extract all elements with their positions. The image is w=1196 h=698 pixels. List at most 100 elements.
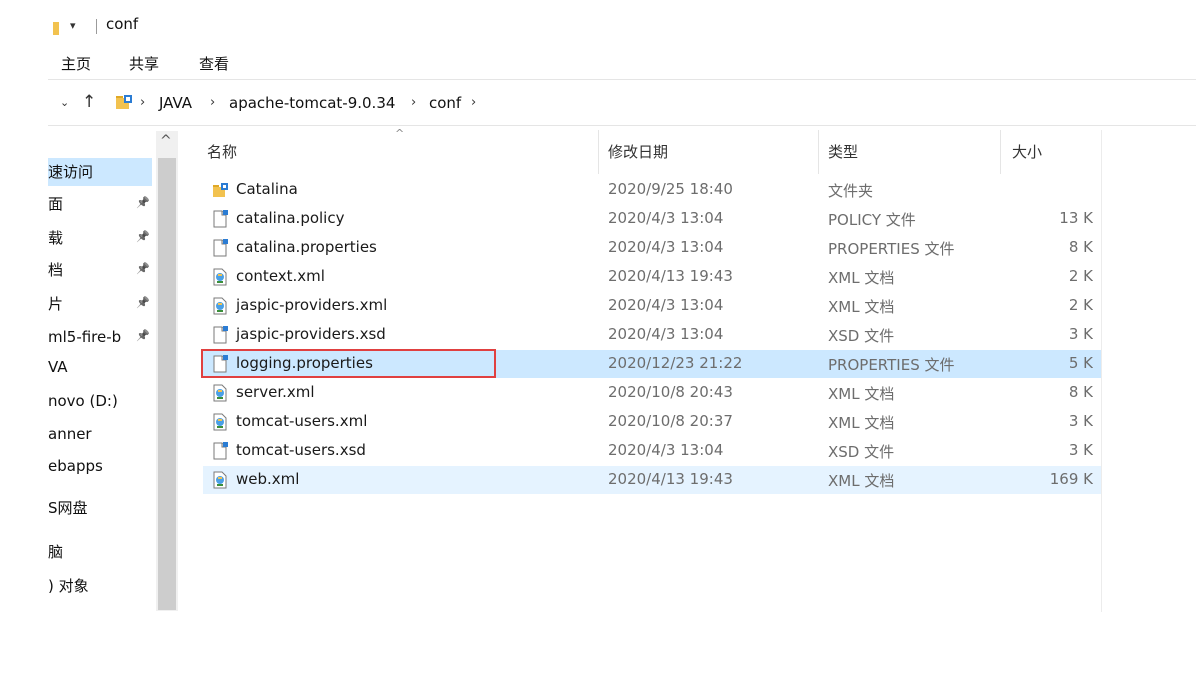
breadcrumb-java[interactable]: JAVA	[159, 94, 192, 112]
xml-icon	[213, 297, 227, 315]
column-divider[interactable]	[818, 130, 819, 174]
nav-item-label: anner	[48, 425, 92, 443]
file-type: XML 文档	[828, 472, 895, 490]
nav-item-label: VA	[48, 358, 68, 376]
nav-item[interactable]: ) 对象	[48, 575, 152, 597]
nav-item[interactable]: anner	[48, 423, 152, 445]
nav-scrollbar[interactable]	[156, 131, 178, 611]
column-header-name[interactable]: 名称	[207, 141, 237, 162]
title-bar: ▾ conf	[0, 0, 1196, 44]
scroll-up-icon[interactable]: ^	[160, 133, 172, 149]
file-size: 3 K	[1068, 325, 1093, 343]
nav-item-label: 脑	[48, 543, 64, 561]
file-icon	[213, 239, 228, 257]
file-name: Catalina	[236, 180, 298, 198]
file-size: 2 K	[1068, 267, 1093, 285]
file-date: 2020/12/23 21:22	[608, 354, 743, 372]
address-bar-divider	[48, 125, 1196, 126]
breadcrumb-separator-icon[interactable]: ›	[471, 95, 476, 110]
file-size: 169 K	[1049, 470, 1093, 488]
file-row[interactable]: catalina.properties 2020/4/3 13:04 PROPERT…	[203, 234, 1101, 262]
file-date: 2020/4/3 13:04	[608, 441, 724, 459]
folder-icon	[116, 95, 132, 109]
file-size: 3 K	[1068, 441, 1093, 459]
xml-icon	[213, 268, 227, 286]
pin-icon: 📌	[136, 329, 150, 342]
file-date: 2020/4/3 13:04	[608, 325, 724, 343]
pin-icon: 📌	[136, 196, 150, 209]
file-row[interactable]: web.xml 2020/4/13 19:43 XML 文档 169 K	[203, 466, 1101, 494]
file-row[interactable]: tomcat-users.xsd 2020/4/3 13:04 XSD 文件 3 K	[203, 437, 1101, 465]
file-name: web.xml	[236, 470, 300, 488]
column-header-size[interactable]: 大小	[1012, 141, 1042, 162]
folder-icon	[213, 183, 228, 197]
tab-home[interactable]: 主页	[61, 53, 91, 74]
tab-view[interactable]: 查看	[199, 53, 229, 74]
nav-item[interactable]: 速访问	[48, 158, 152, 186]
xml-icon	[213, 413, 227, 431]
nav-item-label: 面	[48, 195, 64, 213]
file-type: XML 文档	[828, 298, 895, 316]
file-row[interactable]: Catalina 2020/9/25 18:40 文件夹	[203, 176, 1101, 204]
file-row[interactable]: jaspic-providers.xsd 2020/4/3 13:04 XSD 文件…	[203, 321, 1101, 349]
quick-access-dropdown-icon[interactable]: ▾	[70, 19, 76, 32]
file-type: XML 文档	[828, 414, 895, 432]
sort-ascending-icon: ^	[395, 127, 405, 140]
file-icon	[213, 442, 228, 460]
column-header-type[interactable]: 类型	[828, 141, 858, 162]
recent-locations-chevron-icon[interactable]: ⌄	[60, 96, 69, 109]
pin-icon: 📌	[136, 296, 150, 309]
file-date: 2020/4/3 13:04	[608, 296, 724, 314]
file-row[interactable]: catalina.policy 2020/4/3 13:04 POLICY 文件 13…	[203, 205, 1101, 233]
folder-icon	[53, 22, 59, 35]
breadcrumb-separator-icon[interactable]: ›	[140, 95, 145, 110]
nav-item[interactable]: S网盘	[48, 497, 152, 519]
breadcrumb-separator-icon[interactable]: ›	[210, 95, 215, 110]
nav-item-label: novo (D:)	[48, 392, 118, 410]
nav-item[interactable]: novo (D:)	[48, 390, 152, 412]
breadcrumb-conf[interactable]: conf	[429, 94, 461, 112]
breadcrumb-separator-icon[interactable]: ›	[411, 95, 416, 110]
file-icon	[213, 326, 228, 344]
nav-item-label: 片	[48, 295, 64, 313]
nav-item-label: ebapps	[48, 457, 103, 475]
file-name: tomcat-users.xsd	[236, 441, 366, 459]
file-date: 2020/10/8 20:37	[608, 412, 733, 430]
nav-scrollbar-thumb[interactable]	[158, 158, 176, 610]
file-row[interactable]: server.xml 2020/10/8 20:43 XML 文档 8 K	[203, 379, 1101, 407]
nav-item-label: S网盘	[48, 499, 88, 517]
file-type: XML 文档	[828, 385, 895, 403]
title-separator	[96, 19, 97, 34]
breadcrumb-apache-tomcat[interactable]: apache-tomcat-9.0.34	[229, 94, 395, 112]
file-name: context.xml	[236, 267, 325, 285]
pin-icon: 📌	[136, 262, 150, 275]
tab-share[interactable]: 共享	[129, 53, 159, 74]
file-icon	[213, 210, 228, 228]
file-name: server.xml	[236, 383, 315, 401]
file-date: 2020/10/8 20:43	[608, 383, 733, 401]
nav-item-label: ) 对象	[48, 577, 89, 595]
file-type: POLICY 文件	[828, 211, 916, 229]
file-size: 8 K	[1068, 383, 1093, 401]
file-date: 2020/4/3 13:04	[608, 238, 724, 256]
xml-icon	[213, 471, 227, 489]
nav-item[interactable]: ebapps	[48, 455, 152, 477]
column-divider[interactable]	[1000, 130, 1001, 174]
file-type: XSD 文件	[828, 443, 895, 461]
file-row[interactable]: jaspic-providers.xml 2020/4/3 13:04 XML 文档…	[203, 292, 1101, 320]
column-divider[interactable]	[598, 130, 599, 174]
file-type: XSD 文件	[828, 327, 895, 345]
file-size: 3 K	[1068, 412, 1093, 430]
file-size: 13 K	[1059, 209, 1093, 227]
pane-right-edge	[1101, 130, 1102, 612]
nav-item[interactable]: VA	[48, 356, 152, 378]
file-date: 2020/9/25 18:40	[608, 180, 733, 198]
column-header-date[interactable]: 修改日期	[608, 141, 668, 162]
file-name: catalina.properties	[236, 238, 377, 256]
up-arrow-icon[interactable]: ↑	[82, 92, 96, 112]
file-row[interactable]: context.xml 2020/4/13 19:43 XML 文档 2 K	[203, 263, 1101, 291]
file-row[interactable]: tomcat-users.xml 2020/10/8 20:37 XML 文档 3 K	[203, 408, 1101, 436]
file-size: 8 K	[1068, 238, 1093, 256]
file-type: PROPERTIES 文件	[828, 240, 955, 258]
nav-item[interactable]: 脑	[48, 541, 152, 563]
